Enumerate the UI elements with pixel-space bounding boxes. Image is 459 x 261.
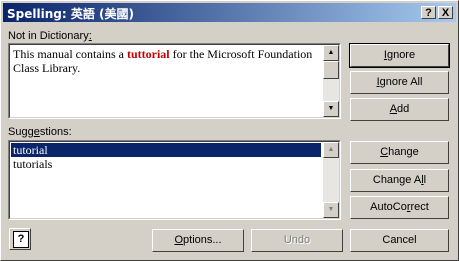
help-title-button[interactable]: ? (421, 6, 436, 19)
dictionary-scrollbar[interactable]: ▲ ▼ (323, 45, 339, 117)
title-bar[interactable]: Spelling: 英語 (美國) ? X (3, 3, 456, 22)
undo-button[interactable]: Undo (251, 229, 343, 252)
not-in-dictionary-box[interactable]: This manual contains a tuttorial for the… (8, 43, 341, 119)
scroll-thumb[interactable] (323, 61, 339, 79)
add-button[interactable]: Add (350, 98, 449, 121)
suggestions-list[interactable]: tutorial tutorials ▲ ▼ (8, 140, 341, 220)
suggestion-item[interactable]: tutorials (11, 157, 321, 171)
not-in-dictionary-label: Not in Dictionary: (8, 30, 92, 42)
suggestions-scrollbar[interactable]: ▲ ▼ (323, 142, 339, 218)
help-button[interactable]: ? (9, 228, 31, 250)
suggestions-label: Suggestions: (8, 126, 72, 138)
cancel-button[interactable]: Cancel (350, 229, 449, 252)
dialog-title: Spelling: 英語 (美國) (7, 7, 134, 21)
not-in-dictionary-text[interactable]: This manual contains a tuttorial for the… (13, 47, 320, 75)
options-button[interactable]: Options... (152, 229, 244, 252)
spelling-dialog: Spelling: 英語 (美國) ? X Not in Dictionary:… (0, 0, 459, 261)
scroll-down-arrow-icon[interactable]: ▼ (323, 101, 339, 117)
change-all-button[interactable]: Change All (350, 169, 449, 192)
scroll-up-arrow-icon[interactable]: ▲ (323, 45, 339, 61)
scroll-up-arrow-icon[interactable]: ▲ (323, 142, 339, 158)
misspelled-word: tuttorial (126, 47, 170, 61)
help-icon: ? (13, 231, 29, 248)
suggestion-item[interactable]: tutorial (11, 143, 321, 157)
scroll-down-arrow-icon[interactable]: ▼ (323, 202, 339, 218)
ignore-all-button[interactable]: Ignore All (350, 71, 449, 94)
ignore-button[interactable]: Ignore (349, 43, 450, 68)
change-button[interactable]: Change (350, 141, 449, 164)
autocorrect-button[interactable]: AutoCorrect (350, 196, 449, 219)
close-button[interactable]: X (438, 6, 453, 19)
